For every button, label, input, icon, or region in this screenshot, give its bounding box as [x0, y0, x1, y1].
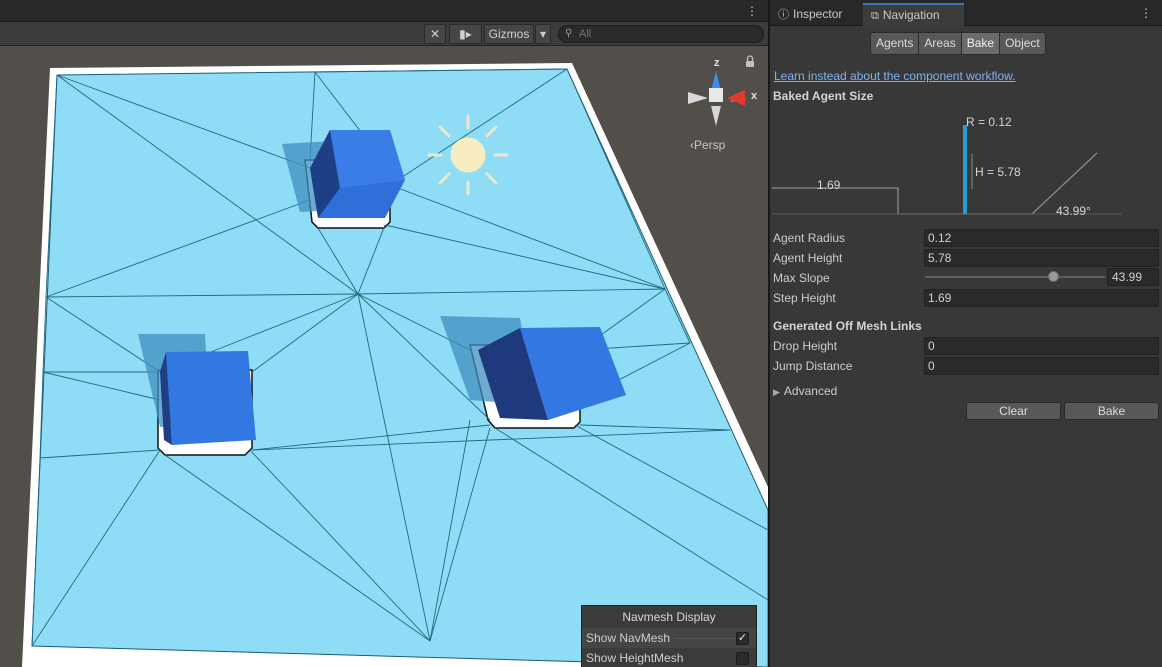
gizmo-lock-icon[interactable] — [746, 61, 754, 67]
show-navmesh-label: Show NavMesh — [586, 631, 671, 645]
step-height-label: Step Height — [773, 291, 836, 305]
show-navmesh-checkbox[interactable]: ✓ — [736, 632, 749, 645]
camera-dropdown-button[interactable]: ▮▸ — [449, 24, 482, 44]
jump-distance-label: Jump Distance — [773, 359, 853, 373]
right-panel-menu-icon[interactable]: ⋮ — [1140, 7, 1152, 19]
mode-areas-button[interactable]: Areas — [918, 32, 962, 55]
scene-search-field[interactable]: ⚲ — [558, 25, 764, 43]
navigation-mode-tabs: Agents Areas Bake Object — [870, 32, 1046, 55]
right-tab-bar: ⓘ Inspector ⧉ Navigation ⋮ — [770, 0, 1162, 26]
clear-button[interactable]: Clear — [966, 402, 1061, 420]
agent-radius-caption: R = 0.12 — [966, 115, 1012, 129]
agent-height-field[interactable]: 5.78 — [924, 249, 1159, 267]
gizmos-dropdown-arrow[interactable]: ▾ — [535, 24, 551, 44]
baked-agent-size-heading: Baked Agent Size — [773, 89, 874, 103]
max-slope-slider-thumb[interactable] — [1048, 271, 1059, 282]
max-slope-slider-track[interactable] — [925, 276, 1105, 278]
component-workflow-link[interactable]: Learn instead about the component workfl… — [774, 69, 1016, 83]
agent-height-bar — [963, 125, 967, 214]
max-slope-label: Max Slope — [773, 271, 830, 285]
agent-height-caption: H = 5.78 — [975, 165, 1021, 179]
mode-object-button[interactable]: Object — [999, 32, 1046, 55]
search-icon: ⚲ — [565, 28, 573, 39]
scene-render — [0, 46, 768, 667]
info-icon: ⓘ — [778, 9, 789, 21]
navmesh-display-overlay: Navmesh Display Show NavMesh ✓ Show Heig… — [581, 605, 757, 667]
navigation-icon: ⧉ — [871, 10, 879, 22]
directional-light-icon[interactable] — [427, 114, 509, 196]
cube-top — [310, 130, 405, 218]
gizmos-button[interactable]: Gizmos — [484, 24, 534, 44]
show-heightmesh-label: Show HeightMesh — [586, 651, 684, 665]
scene-toolbar: ✕ ▮▸ Gizmos ▾ ⚲ — [0, 22, 768, 46]
navigation-panel: ⓘ Inspector ⧉ Navigation ⋮ Agents Areas Ba… — [770, 0, 1162, 667]
navmesh-display-title: Navmesh Display — [622, 610, 716, 624]
foldout-arrow-icon: ▶ — [773, 387, 780, 397]
agent-radius-field[interactable]: 0.12 — [924, 229, 1159, 247]
scene-search-input[interactable] — [579, 27, 759, 41]
drop-height-field[interactable]: 0 — [924, 337, 1159, 355]
show-navmesh-row[interactable]: Show NavMesh ✓ — [582, 628, 756, 648]
agent-height-label: Agent Height — [773, 251, 843, 265]
off-mesh-links-heading: Generated Off Mesh Links — [773, 319, 922, 333]
chevron-down-icon: ▾ — [539, 27, 547, 41]
mode-agents-button[interactable]: Agents — [870, 32, 920, 55]
step-height-field[interactable]: 1.69 — [924, 289, 1159, 307]
tools-settings-button[interactable]: ✕ — [424, 24, 446, 44]
gizmo-z-label: z — [714, 57, 720, 69]
agent-radius-label: Agent Radius — [773, 231, 846, 245]
show-heightmesh-checkbox[interactable] — [736, 652, 749, 665]
tab-navigation-label: Navigation — [882, 8, 940, 22]
tab-inspector-label: Inspector — [793, 7, 843, 21]
step-height-caption: 1.69 — [817, 178, 841, 192]
gizmo-center-cube[interactable] — [709, 88, 723, 102]
max-slope-field[interactable]: 43.99 — [1107, 268, 1159, 286]
scene-tab-bar: ⋮ — [0, 0, 768, 22]
scene-panel-menu-icon[interactable]: ⋮ — [746, 5, 758, 17]
scene-view-panel: ⋮ ✕ ▮▸ Gizmos ▾ ⚲ All z x ‹Persp Navmesh… — [0, 0, 768, 667]
tab-inspector[interactable]: ⓘ Inspector — [770, 3, 860, 26]
projection-toggle[interactable]: ‹Persp — [690, 138, 725, 152]
mode-bake-button[interactable]: Bake — [960, 32, 1001, 55]
gizmo-x-label: x — [751, 90, 758, 102]
baked-agent-size-diagram: R = 0.12 H = 5.78 1.69 43.99° — [770, 107, 1162, 222]
show-heightmesh-row[interactable]: Show HeightMesh — [582, 648, 756, 667]
tools-icon: ✕ — [429, 27, 441, 41]
bake-button[interactable]: Bake — [1064, 402, 1159, 420]
advanced-foldout[interactable]: ▶ Advanced — [773, 384, 837, 398]
advanced-label: Advanced — [783, 384, 838, 398]
cube-left — [160, 351, 256, 445]
tab-navigation[interactable]: ⧉ Navigation — [863, 3, 964, 26]
scene-viewport[interactable]: z x ‹Persp — [0, 46, 768, 667]
camera-icon: ▮▸ — [459, 27, 472, 41]
max-slope-caption: 43.99° — [1056, 204, 1091, 218]
drop-height-label: Drop Height — [773, 339, 838, 353]
jump-distance-field[interactable]: 0 — [924, 357, 1159, 375]
checkmark-icon: ✓ — [737, 632, 748, 644]
